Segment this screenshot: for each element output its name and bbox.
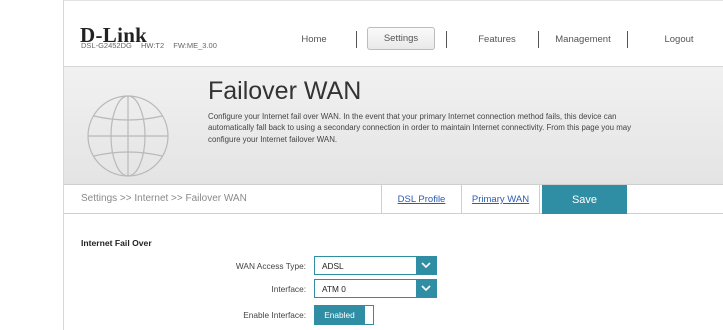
globe-icon [87, 95, 169, 177]
interface-select[interactable]: ATM 0 [314, 279, 437, 298]
wan-access-type-select[interactable]: ADSL [314, 256, 437, 275]
breadcrumb: Settings >> Internet >> Failover WAN [81, 193, 247, 204]
toggle-knob[interactable] [364, 306, 373, 324]
page-title: Failover WAN [208, 77, 362, 105]
hardware-version: HW:T2 [140, 41, 165, 50]
tab-dsl-profile[interactable]: DSL Profile [381, 185, 461, 214]
wan-access-type-label: WAN Access Type: [235, 261, 306, 271]
nav-management[interactable]: Management [541, 28, 625, 50]
nav-logout[interactable]: Logout [637, 28, 721, 50]
nav-divider [356, 31, 357, 48]
nav-settings[interactable]: Settings [367, 27, 435, 50]
chevron-down-icon[interactable] [416, 257, 436, 274]
save-button[interactable]: Save [542, 185, 627, 214]
wan-access-type-value: ADSL [322, 261, 344, 271]
chevron-down-icon[interactable] [416, 280, 436, 297]
breadcrumb-bar: Settings >> Internet >> Failover WAN DSL… [64, 184, 723, 214]
firmware-version: FW:ME_3.00 [173, 41, 217, 50]
section-title: Internet Fail Over [81, 238, 152, 248]
enable-interface-toggle[interactable]: Enabled [314, 305, 374, 325]
enable-interface-label: Enable Interface: [243, 310, 306, 320]
page-banner: Failover WAN Configure your Internet fai… [64, 66, 723, 184]
page-frame: D-Link DSL-G2452DG HW:T2 FW:ME_3.00 Home… [63, 0, 723, 330]
device-info: DSL-G2452DG HW:T2 FW:ME_3.00 [81, 41, 224, 50]
nav-divider [538, 31, 539, 48]
interface-value: ATM 0 [322, 284, 346, 294]
nav-divider [446, 31, 447, 48]
nav-home[interactable]: Home [272, 28, 356, 50]
interface-label: Interface: [271, 284, 306, 294]
page-description: Configure your Internet fail over WAN. I… [208, 112, 632, 144]
model-name: DSL-G2452DG [81, 41, 132, 50]
nav-divider [627, 31, 628, 48]
top-header: D-Link DSL-G2452DG HW:T2 FW:ME_3.00 Home… [64, 0, 723, 66]
tab-primary-wan[interactable]: Primary WAN [461, 185, 540, 214]
toggle-state-label: Enabled [315, 306, 364, 324]
nav-features[interactable]: Features [458, 28, 536, 50]
